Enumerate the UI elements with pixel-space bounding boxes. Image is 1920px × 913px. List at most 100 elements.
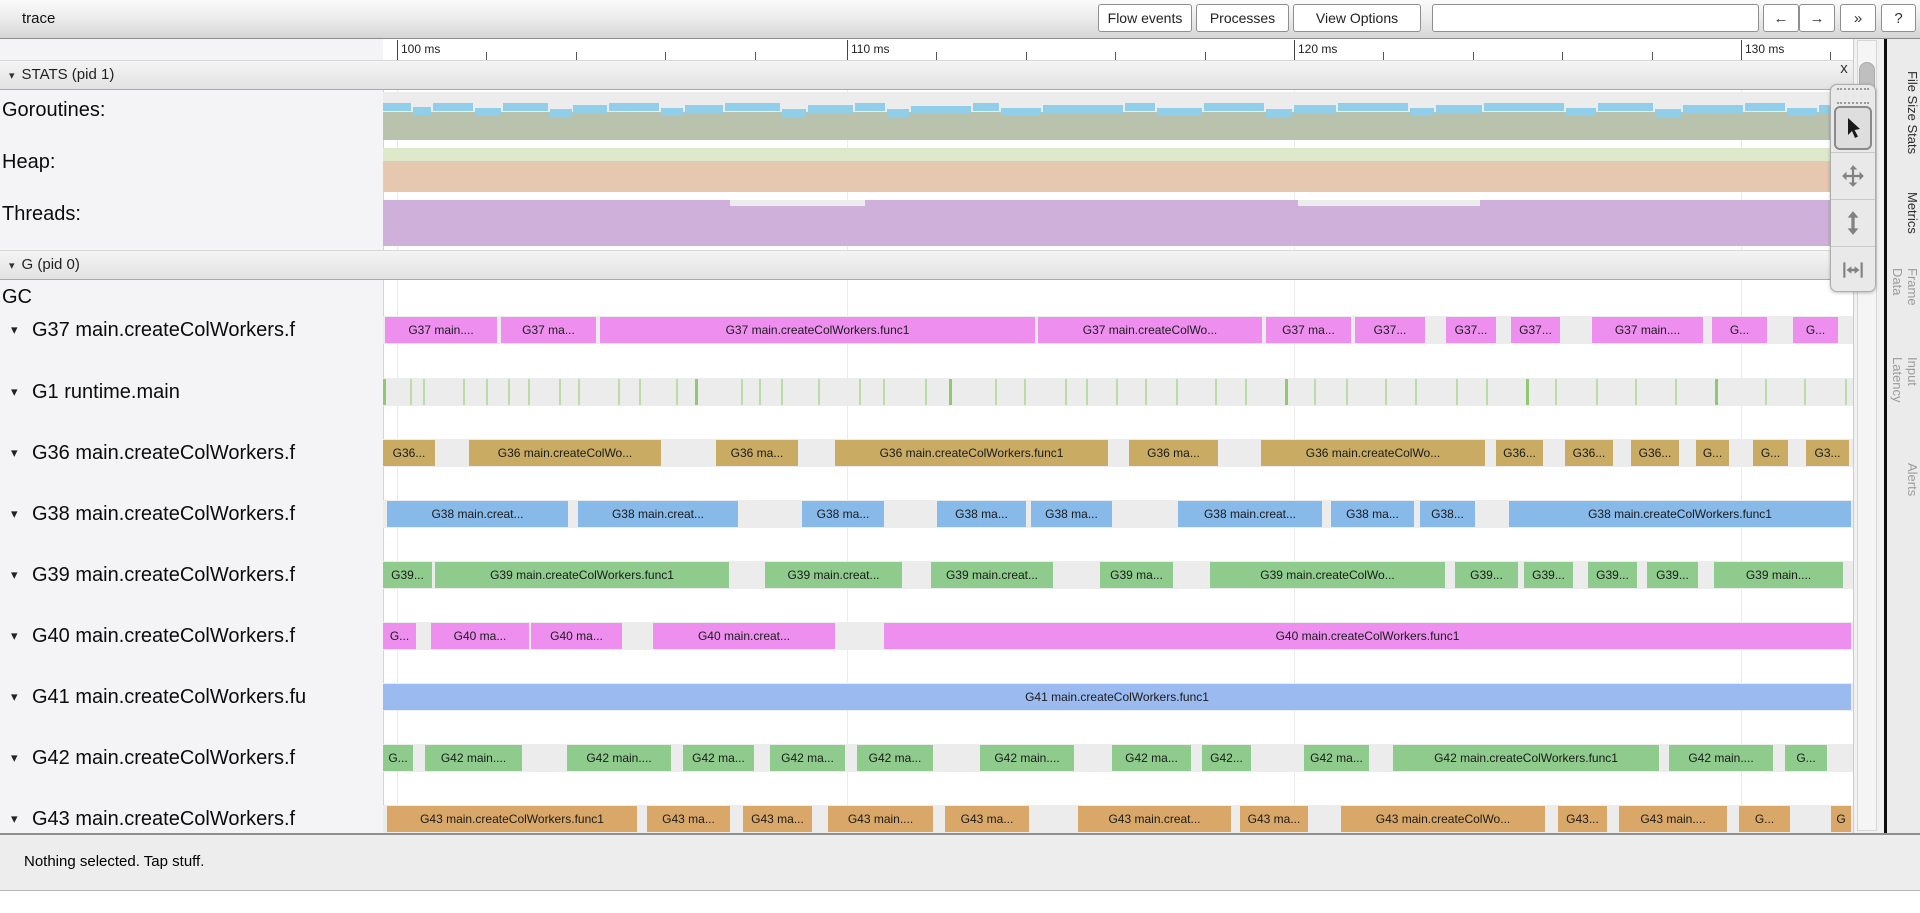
trace-slice[interactable]: G38 main.creat... [1178,501,1322,527]
row-label-g42[interactable]: ▾G42 main.createColWorkers.f [0,744,380,772]
trace-slice[interactable]: G38 main.creat... [578,501,738,527]
trace-slice[interactable]: G39 main.createColWorkers.func1 [435,562,729,588]
trace-slice[interactable]: G42... [1202,745,1251,771]
trace-slice[interactable]: G36... [1496,440,1543,466]
timing-tool-button[interactable] [1831,246,1875,293]
trace-slice[interactable]: G42 main.... [1669,745,1773,771]
collapse-arrow-icon[interactable]: ▾ [9,62,15,90]
row-label-g37[interactable]: ▾G37 main.createColWorkers.f [0,316,380,344]
trace-slice[interactable]: G38 ma... [802,501,884,527]
trace-slice[interactable]: G42 ma... [770,745,845,771]
trace-slice[interactable]: G38 ma... [937,501,1026,527]
row-label-g38[interactable]: ▾G38 main.createColWorkers.f [0,500,380,528]
expand-arrow-icon[interactable]: ▾ [11,316,32,344]
row-label-g36[interactable]: ▾G36 main.createColWorkers.f [0,439,380,467]
trace-slice[interactable]: G42 ma... [857,745,933,771]
trace-slice[interactable]: G39 main.createColWo... [1210,562,1445,588]
trace-slice[interactable]: G38 main.creat... [387,501,568,527]
tab-file-size-stats[interactable]: File Size Stats [1887,70,1920,156]
row-label-g43[interactable]: ▾G43 main.createColWorkers.f [0,805,380,833]
trace-slice[interactable]: G... [1785,745,1827,771]
trace-slice[interactable]: G... [1696,440,1729,466]
help-button[interactable]: ? [1881,4,1916,32]
selection-tool-button[interactable] [1834,106,1872,150]
trace-slice[interactable]: G39... [1588,562,1637,588]
trace-slice[interactable]: G43 main.createColWorkers.func1 [387,806,637,832]
tab-metrics[interactable]: Metrics [1887,185,1920,241]
trace-slice[interactable]: G... [383,745,413,771]
trace-slice[interactable]: G36 main.createColWo... [1261,440,1485,466]
trace-slice[interactable]: G39... [1524,562,1573,588]
trace-slice[interactable]: G42 main.createColWorkers.func1 [1393,745,1659,771]
trace-slice[interactable]: G43 main.creat... [1078,806,1231,832]
trace-slice[interactable]: G41 main.createColWorkers.func1 [383,684,1851,710]
trace-slice[interactable]: G43 ma... [1240,806,1308,832]
trace-slice[interactable]: G36... [1631,440,1679,466]
expand-arrow-icon[interactable]: ▾ [11,378,32,406]
trace-slice[interactable]: G39... [1455,562,1518,588]
trace-slice[interactable]: G37... [1355,317,1425,343]
trace-slice[interactable]: G39 ma... [1100,562,1173,588]
trace-slice[interactable]: G43... [1558,806,1607,832]
row-label-g1[interactable]: ▾G1 runtime.main [0,378,380,406]
trace-slice[interactable]: G3... [1806,440,1849,466]
nav-back-button[interactable]: ← [1763,4,1799,32]
expand-arrow-icon[interactable]: ▾ [11,805,32,833]
trace-slice[interactable]: G37 main.... [1592,317,1703,343]
section-header-stats[interactable]: ▾STATS (pid 1) [0,60,1856,90]
trace-slice[interactable]: G... [1712,317,1767,343]
trace-slice[interactable]: G43 ma... [743,806,812,832]
trace-slice[interactable]: G [1831,806,1851,832]
trace-slice[interactable]: G36... [1565,440,1613,466]
trace-slice[interactable]: G36 main.createColWorkers.func1 [835,440,1108,466]
trace-slice[interactable]: G39 main.creat... [931,562,1053,588]
flow-events-button[interactable]: Flow events [1098,4,1192,32]
trace-slice[interactable]: G43 ma... [945,806,1029,832]
trace-slice[interactable]: G38... [1420,501,1475,527]
trace-slice[interactable]: G38 ma... [1031,501,1112,527]
section-header-g[interactable]: ▾G (pid 0) [0,250,1856,280]
trace-slice[interactable]: G... [383,623,416,649]
trace-slice[interactable]: G43 main.... [828,806,933,832]
row-label-g40[interactable]: ▾G40 main.createColWorkers.f [0,622,380,650]
pan-tool-button[interactable] [1831,152,1875,199]
drag-grip-icon[interactable] [1837,88,1869,104]
trace-slice[interactable]: G38 main.createColWorkers.func1 [1509,501,1851,527]
expand-arrow-icon[interactable]: ▾ [11,439,32,467]
expand-arrow-icon[interactable]: ▾ [11,500,32,528]
trace-slice[interactable]: G37... [1446,317,1496,343]
trace-slice[interactable]: G40 main.creat... [653,623,835,649]
expand-arrow-icon[interactable]: ▾ [11,683,32,711]
expand-arrow-icon[interactable]: ▾ [11,622,32,650]
trace-slice[interactable]: G43 ma... [647,806,730,832]
trace-slice[interactable]: G42 main.... [980,745,1074,771]
trace-slice[interactable]: G42 main.... [425,745,522,771]
processes-button[interactable]: Processes [1196,4,1289,32]
trace-slice[interactable]: G37... [1511,317,1560,343]
trace-slice[interactable]: G43 main.createColWo... [1341,806,1545,832]
close-icon[interactable]: x [1835,59,1853,79]
view-options-button[interactable]: View Options [1293,4,1421,32]
trace-slice[interactable]: G39... [383,562,432,588]
trace-slice[interactable]: G37 ma... [1266,317,1351,343]
more-button[interactable]: » [1840,4,1876,32]
zoom-tool-button[interactable] [1831,199,1875,246]
trace-slice[interactable]: G40 main.createColWorkers.func1 [884,623,1851,649]
row-label-g39[interactable]: ▾G39 main.createColWorkers.f [0,561,380,589]
trace-slice[interactable]: G... [1793,317,1838,343]
trace-slice[interactable]: G... [1739,806,1790,832]
trace-slice[interactable]: G36 main.createColWo... [469,440,661,466]
trace-slice[interactable]: G39... [1647,562,1698,588]
trace-slice[interactable]: G39 main.... [1714,562,1843,588]
trace-slice[interactable]: G37 main.... [385,317,497,343]
trace-slice[interactable]: G43 main.... [1619,806,1727,832]
trace-slice[interactable]: G42 ma... [683,745,754,771]
expand-arrow-icon[interactable]: ▾ [11,744,32,772]
trace-slice[interactable]: G... [1753,440,1788,466]
search-input[interactable] [1432,4,1759,32]
trace-slice[interactable]: G40 ma... [531,623,622,649]
trace-slice[interactable]: G39 main.creat... [765,562,902,588]
trace-slice[interactable]: G42 ma... [1304,745,1369,771]
trace-slice[interactable]: G36 ma... [716,440,798,466]
trace-slice[interactable]: G37 main.createColWorkers.func1 [600,317,1035,343]
